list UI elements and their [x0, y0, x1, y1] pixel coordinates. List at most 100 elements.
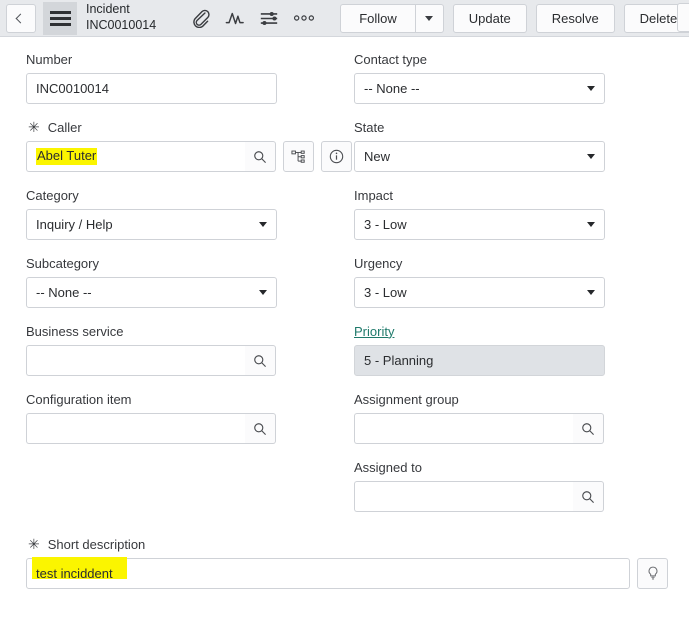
- search-magnifier-icon: [254, 354, 267, 367]
- search-magnifier-icon: [254, 422, 267, 435]
- field-label: Configuration item: [26, 391, 353, 407]
- chevron-down-icon: [587, 154, 595, 159]
- field-number: Number INC0010014: [26, 51, 353, 104]
- field-state: State New: [354, 119, 689, 172]
- field-label: ✳ Short description: [26, 536, 689, 552]
- field-label: Assigned to: [354, 459, 689, 475]
- priority-readonly-value: 5 - Planning: [354, 345, 605, 376]
- header-action-buttons: Follow Update Resolve Delete: [340, 3, 689, 33]
- caller-search-button[interactable]: [245, 141, 276, 172]
- assigned-to-input[interactable]: [354, 481, 573, 512]
- required-asterisk-icon: ✳: [28, 119, 40, 135]
- assignment-group-search-button[interactable]: [573, 413, 604, 444]
- field-configuration-item: Configuration item: [26, 391, 353, 444]
- assigned-to-search-button[interactable]: [573, 481, 604, 512]
- field-short-description: ✳ Short description test inciddent: [0, 536, 689, 589]
- field-label-text: Business service: [26, 323, 124, 339]
- follow-dropdown-button[interactable]: [415, 3, 444, 33]
- form-column-right: Contact type -- None -- State New Impact…: [353, 37, 689, 527]
- short-description-input[interactable]: test inciddent: [26, 557, 630, 589]
- field-assignment-group: Assignment group: [354, 391, 689, 444]
- short-description-value: test inciddent: [36, 566, 113, 581]
- field-priority: Priority 5 - Planning: [354, 323, 689, 376]
- field-label-text: Category: [26, 187, 79, 203]
- form-column-left: Number INC0010014 ✳ Caller Abel Tuter Ca…: [0, 37, 353, 527]
- field-label-text: Urgency: [354, 255, 403, 271]
- update-button[interactable]: Update: [452, 3, 527, 33]
- activity-stream-icon[interactable]: [225, 9, 245, 28]
- subcategory-select[interactable]: -- None --: [26, 277, 277, 308]
- search-magnifier-icon: [254, 150, 267, 163]
- short-description-suggestion-button[interactable]: [637, 558, 668, 589]
- overflow-action-button[interactable]: [677, 3, 689, 32]
- attachment-paperclip-icon[interactable]: [192, 9, 211, 28]
- field-label: State: [354, 119, 689, 135]
- back-button[interactable]: [6, 3, 36, 33]
- info-circle-icon: [329, 149, 344, 164]
- field-label: Assignment group: [354, 391, 689, 407]
- caller-org-chart-button[interactable]: [283, 141, 314, 172]
- contact-type-select[interactable]: -- None --: [354, 73, 605, 104]
- number-value: INC0010014: [36, 81, 109, 96]
- state-value: New: [364, 149, 391, 164]
- field-label-text: Configuration item: [26, 391, 132, 407]
- record-header-toolbar: Incident INC0010014 Follow Update Resolv…: [0, 0, 689, 37]
- field-label-text: Short description: [47, 536, 146, 552]
- subcategory-value: -- None --: [36, 285, 92, 300]
- caller-info-button[interactable]: [321, 141, 352, 172]
- state-select[interactable]: New: [354, 141, 605, 172]
- chevron-down-icon: [587, 86, 595, 91]
- field-label: Business service: [26, 323, 353, 339]
- org-chart-hierarchy-icon: [291, 150, 305, 163]
- field-label-text: State: [354, 119, 385, 135]
- chevron-left-icon: [15, 13, 25, 23]
- required-asterisk-icon: ✳: [28, 536, 40, 552]
- chevron-down-icon: [259, 290, 267, 295]
- personalize-form-sliders-icon[interactable]: [259, 9, 279, 28]
- search-magnifier-icon: [582, 422, 595, 435]
- number-input[interactable]: INC0010014: [26, 73, 277, 104]
- follow-button[interactable]: Follow: [340, 3, 416, 33]
- hamburger-menu-icon[interactable]: [43, 1, 77, 35]
- chevron-down-icon: [587, 290, 595, 295]
- field-label-text: Impact: [354, 187, 394, 203]
- business-service-input[interactable]: [26, 345, 245, 376]
- record-number-label: INC0010014: [86, 18, 157, 32]
- caller-value: Abel Tuter: [36, 147, 98, 166]
- field-category: Category Inquiry / Help: [26, 187, 353, 240]
- field-label: Urgency: [354, 255, 689, 271]
- field-label: Impact: [354, 187, 689, 203]
- field-assigned-to: Assigned to: [354, 459, 689, 512]
- assignment-group-input[interactable]: [354, 413, 573, 444]
- category-value: Inquiry / Help: [36, 217, 113, 232]
- chevron-down-icon: [425, 15, 434, 21]
- urgency-value: 3 - Low: [364, 285, 407, 300]
- category-select[interactable]: Inquiry / Help: [26, 209, 277, 240]
- lightbulb-suggestion-icon: [648, 566, 657, 580]
- urgency-select[interactable]: 3 - Low: [354, 277, 605, 308]
- impact-select[interactable]: 3 - Low: [354, 209, 605, 240]
- header-icon-group: [192, 9, 315, 28]
- more-options-ellipsis-icon[interactable]: [293, 13, 315, 23]
- field-label-text: Priority: [354, 323, 395, 339]
- field-label: Contact type: [354, 51, 689, 67]
- field-label: Category: [26, 187, 353, 203]
- resolve-button[interactable]: Resolve: [535, 3, 615, 33]
- field-subcategory: Subcategory -- None --: [26, 255, 353, 308]
- field-label-text: Assignment group: [354, 391, 459, 407]
- field-label: ✳ Caller: [26, 119, 353, 135]
- priority-value: 5 - Planning: [364, 353, 434, 368]
- field-urgency: Urgency 3 - Low: [354, 255, 689, 308]
- field-label-text: Number: [26, 51, 73, 67]
- field-label-text: Subcategory: [26, 255, 99, 271]
- incident-form: Number INC0010014 ✳ Caller Abel Tuter Ca…: [0, 37, 689, 589]
- business-service-search-button[interactable]: [245, 345, 276, 376]
- search-magnifier-icon: [582, 490, 595, 503]
- configuration-item-input[interactable]: [26, 413, 245, 444]
- priority-label-link[interactable]: Priority: [354, 323, 689, 339]
- caller-input[interactable]: Abel Tuter: [26, 141, 245, 172]
- field-business-service: Business service: [26, 323, 353, 376]
- configuration-item-search-button[interactable]: [245, 413, 276, 444]
- chevron-down-icon: [587, 222, 595, 227]
- chevron-down-icon: [259, 222, 267, 227]
